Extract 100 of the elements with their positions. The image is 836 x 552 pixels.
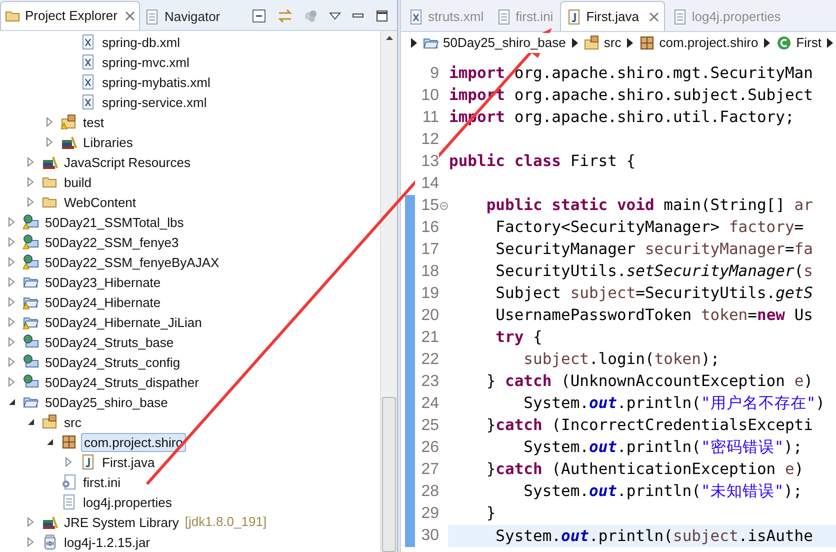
expand-arrow-icon[interactable]	[27, 537, 35, 547]
collapse-arrow-icon[interactable]	[8, 398, 16, 406]
code-line: }catch (IncorrectCredentialsExcepti	[485, 415, 813, 436]
tree-item[interactable]: log4j-1.2.15.jar	[61, 534, 153, 550]
expand-arrow-icon[interactable]	[8, 277, 16, 287]
view-menu-icon[interactable]	[329, 12, 341, 20]
tree-item[interactable]: test	[80, 114, 107, 130]
tree-item[interactable]: 50Day24_Struts_config	[42, 354, 184, 370]
jar-icon	[42, 534, 58, 550]
tree-item[interactable]: spring-mybatis.xml	[99, 74, 214, 90]
library-icon	[61, 134, 77, 150]
tree-item[interactable]: 50Day22_SSM_fenye3	[42, 234, 182, 250]
close-icon[interactable]	[648, 12, 659, 22]
scrollbar-thumb[interactable]	[382, 397, 396, 552]
breadcrumb-item[interactable]: 50Day25_shiro_base	[423, 33, 566, 53]
tree-item[interactable]: 50Day23_Hibernate	[42, 274, 164, 290]
tree-item[interactable]: src	[61, 414, 84, 430]
expand-arrow-icon[interactable]	[27, 177, 35, 187]
java-icon	[80, 454, 96, 470]
expand-arrow-icon[interactable]	[27, 517, 35, 527]
code-line: System.out.println("密码错误");	[522, 437, 802, 458]
tree-item[interactable]: 50Day24_Struts_base	[42, 334, 177, 350]
code-line: subject.login(token);	[522, 349, 720, 370]
tree-item[interactable]: spring-service.xml	[99, 94, 210, 110]
code-line: } catch (UnknownAccountException e)	[485, 371, 813, 392]
breadcrumb-arrow-icon	[411, 38, 417, 48]
xml-icon	[80, 34, 96, 50]
tree-item[interactable]: spring-mvc.xml	[99, 54, 192, 70]
tree-item[interactable]: 50Day22_SSM_fenyeByAJAX	[42, 254, 222, 270]
tree-item[interactable]: 50Day24_Struts_dispather	[42, 374, 202, 390]
view-tab[interactable]: Project Explorer	[0, 1, 140, 30]
collapse-all-icon[interactable]	[251, 8, 267, 24]
expand-arrow-icon[interactable]	[27, 197, 35, 207]
scrollbar[interactable]	[380, 31, 397, 552]
expand-arrow-icon[interactable]	[46, 137, 54, 147]
code-line: }catch (AuthenticationException e)	[485, 459, 804, 480]
code-line: UsernamePasswordToken token=new Us	[494, 305, 813, 326]
close-icon[interactable]	[125, 11, 136, 21]
expand-arrow-icon[interactable]	[8, 357, 16, 367]
filter-icon[interactable]	[303, 8, 319, 24]
expand-arrow-icon[interactable]	[8, 257, 16, 267]
code-line: try {	[494, 327, 542, 348]
code-line: System.out.println("用户名不存在")	[522, 393, 825, 414]
tree-item[interactable]: WebContent	[61, 194, 140, 210]
tree-item[interactable]: JRE System Library	[61, 514, 182, 530]
tree-item[interactable]: com.project.shiro	[81, 432, 186, 452]
editor-tab[interactable]: First.java	[560, 1, 665, 31]
code-line: }	[485, 503, 496, 524]
xml-icon	[80, 54, 96, 70]
tree-item[interactable]: log4j.properties	[80, 494, 175, 510]
code-line: SecurityUtils.setSecurityManager(s	[494, 261, 813, 282]
library-icon	[42, 154, 58, 170]
expand-arrow-icon[interactable]	[46, 117, 54, 127]
class-icon	[776, 35, 792, 51]
expand-arrow-icon[interactable]	[8, 217, 16, 227]
text-file-icon	[496, 9, 512, 25]
tree-item[interactable]: spring-db.xml	[99, 34, 184, 50]
expand-arrow-icon[interactable]	[8, 297, 16, 307]
ini-icon	[61, 474, 77, 490]
tree-item[interactable]: 50Day24_Hibernate_JiLian	[42, 314, 205, 330]
tree-item[interactable]: JavaScript Resources	[61, 154, 194, 170]
view-tab[interactable]: Navigator	[140, 3, 224, 30]
fold-icon[interactable]	[440, 202, 448, 210]
tree-item[interactable]: 50Day24_Hibernate	[42, 294, 164, 310]
expand-arrow-icon[interactable]	[8, 237, 16, 247]
xml-icon	[80, 74, 96, 90]
collapse-arrow-icon[interactable]	[27, 418, 35, 426]
source-folder-icon	[584, 35, 600, 51]
code-line: public class First {	[448, 151, 636, 172]
expand-arrow-icon[interactable]	[65, 457, 73, 467]
package-icon	[61, 434, 77, 450]
navigator-icon	[144, 8, 160, 24]
tree-item[interactable]: Libraries	[80, 134, 136, 150]
breadcrumb-arrow-icon	[827, 38, 834, 48]
breadcrumb-arrow-icon	[764, 38, 770, 48]
code-line: System.out.println("未知错误");	[522, 481, 802, 502]
expand-arrow-icon[interactable]	[8, 377, 16, 387]
tree-item[interactable]: 50Day25_shiro_base	[42, 394, 171, 410]
code-line: SecurityManager securityManager=fa	[494, 239, 813, 260]
package-icon	[639, 35, 656, 51]
tree-item[interactable]: build	[61, 174, 94, 190]
breadcrumb-arrow-icon	[627, 38, 634, 48]
link-editor-icon[interactable]	[277, 8, 293, 24]
expand-arrow-icon[interactable]	[27, 157, 35, 167]
expand-arrow-icon[interactable]	[8, 337, 16, 347]
xml-icon	[80, 94, 96, 110]
text-icon	[61, 494, 77, 510]
text-file-icon	[672, 9, 688, 25]
library-version: [jdk1.8.0_191]	[184, 513, 267, 532]
code-line: Subject subject=SecurityUtils.getS	[494, 283, 813, 304]
code-line: Factory<SecurityManager> factory=	[494, 217, 804, 238]
expand-arrow-icon[interactable]	[8, 317, 16, 327]
code-line: public static void main(String[] ar	[485, 195, 813, 216]
tree-item[interactable]: first.ini	[80, 474, 124, 490]
maximize-icon[interactable]	[375, 9, 389, 23]
library-icon	[42, 514, 58, 530]
breadcrumb-arrow-icon	[572, 38, 578, 48]
tree-item[interactable]: First.java	[99, 454, 158, 470]
collapse-arrow-icon[interactable]	[46, 438, 54, 446]
tree-item[interactable]: 50Day21_SSMTotal_lbs	[42, 214, 187, 230]
